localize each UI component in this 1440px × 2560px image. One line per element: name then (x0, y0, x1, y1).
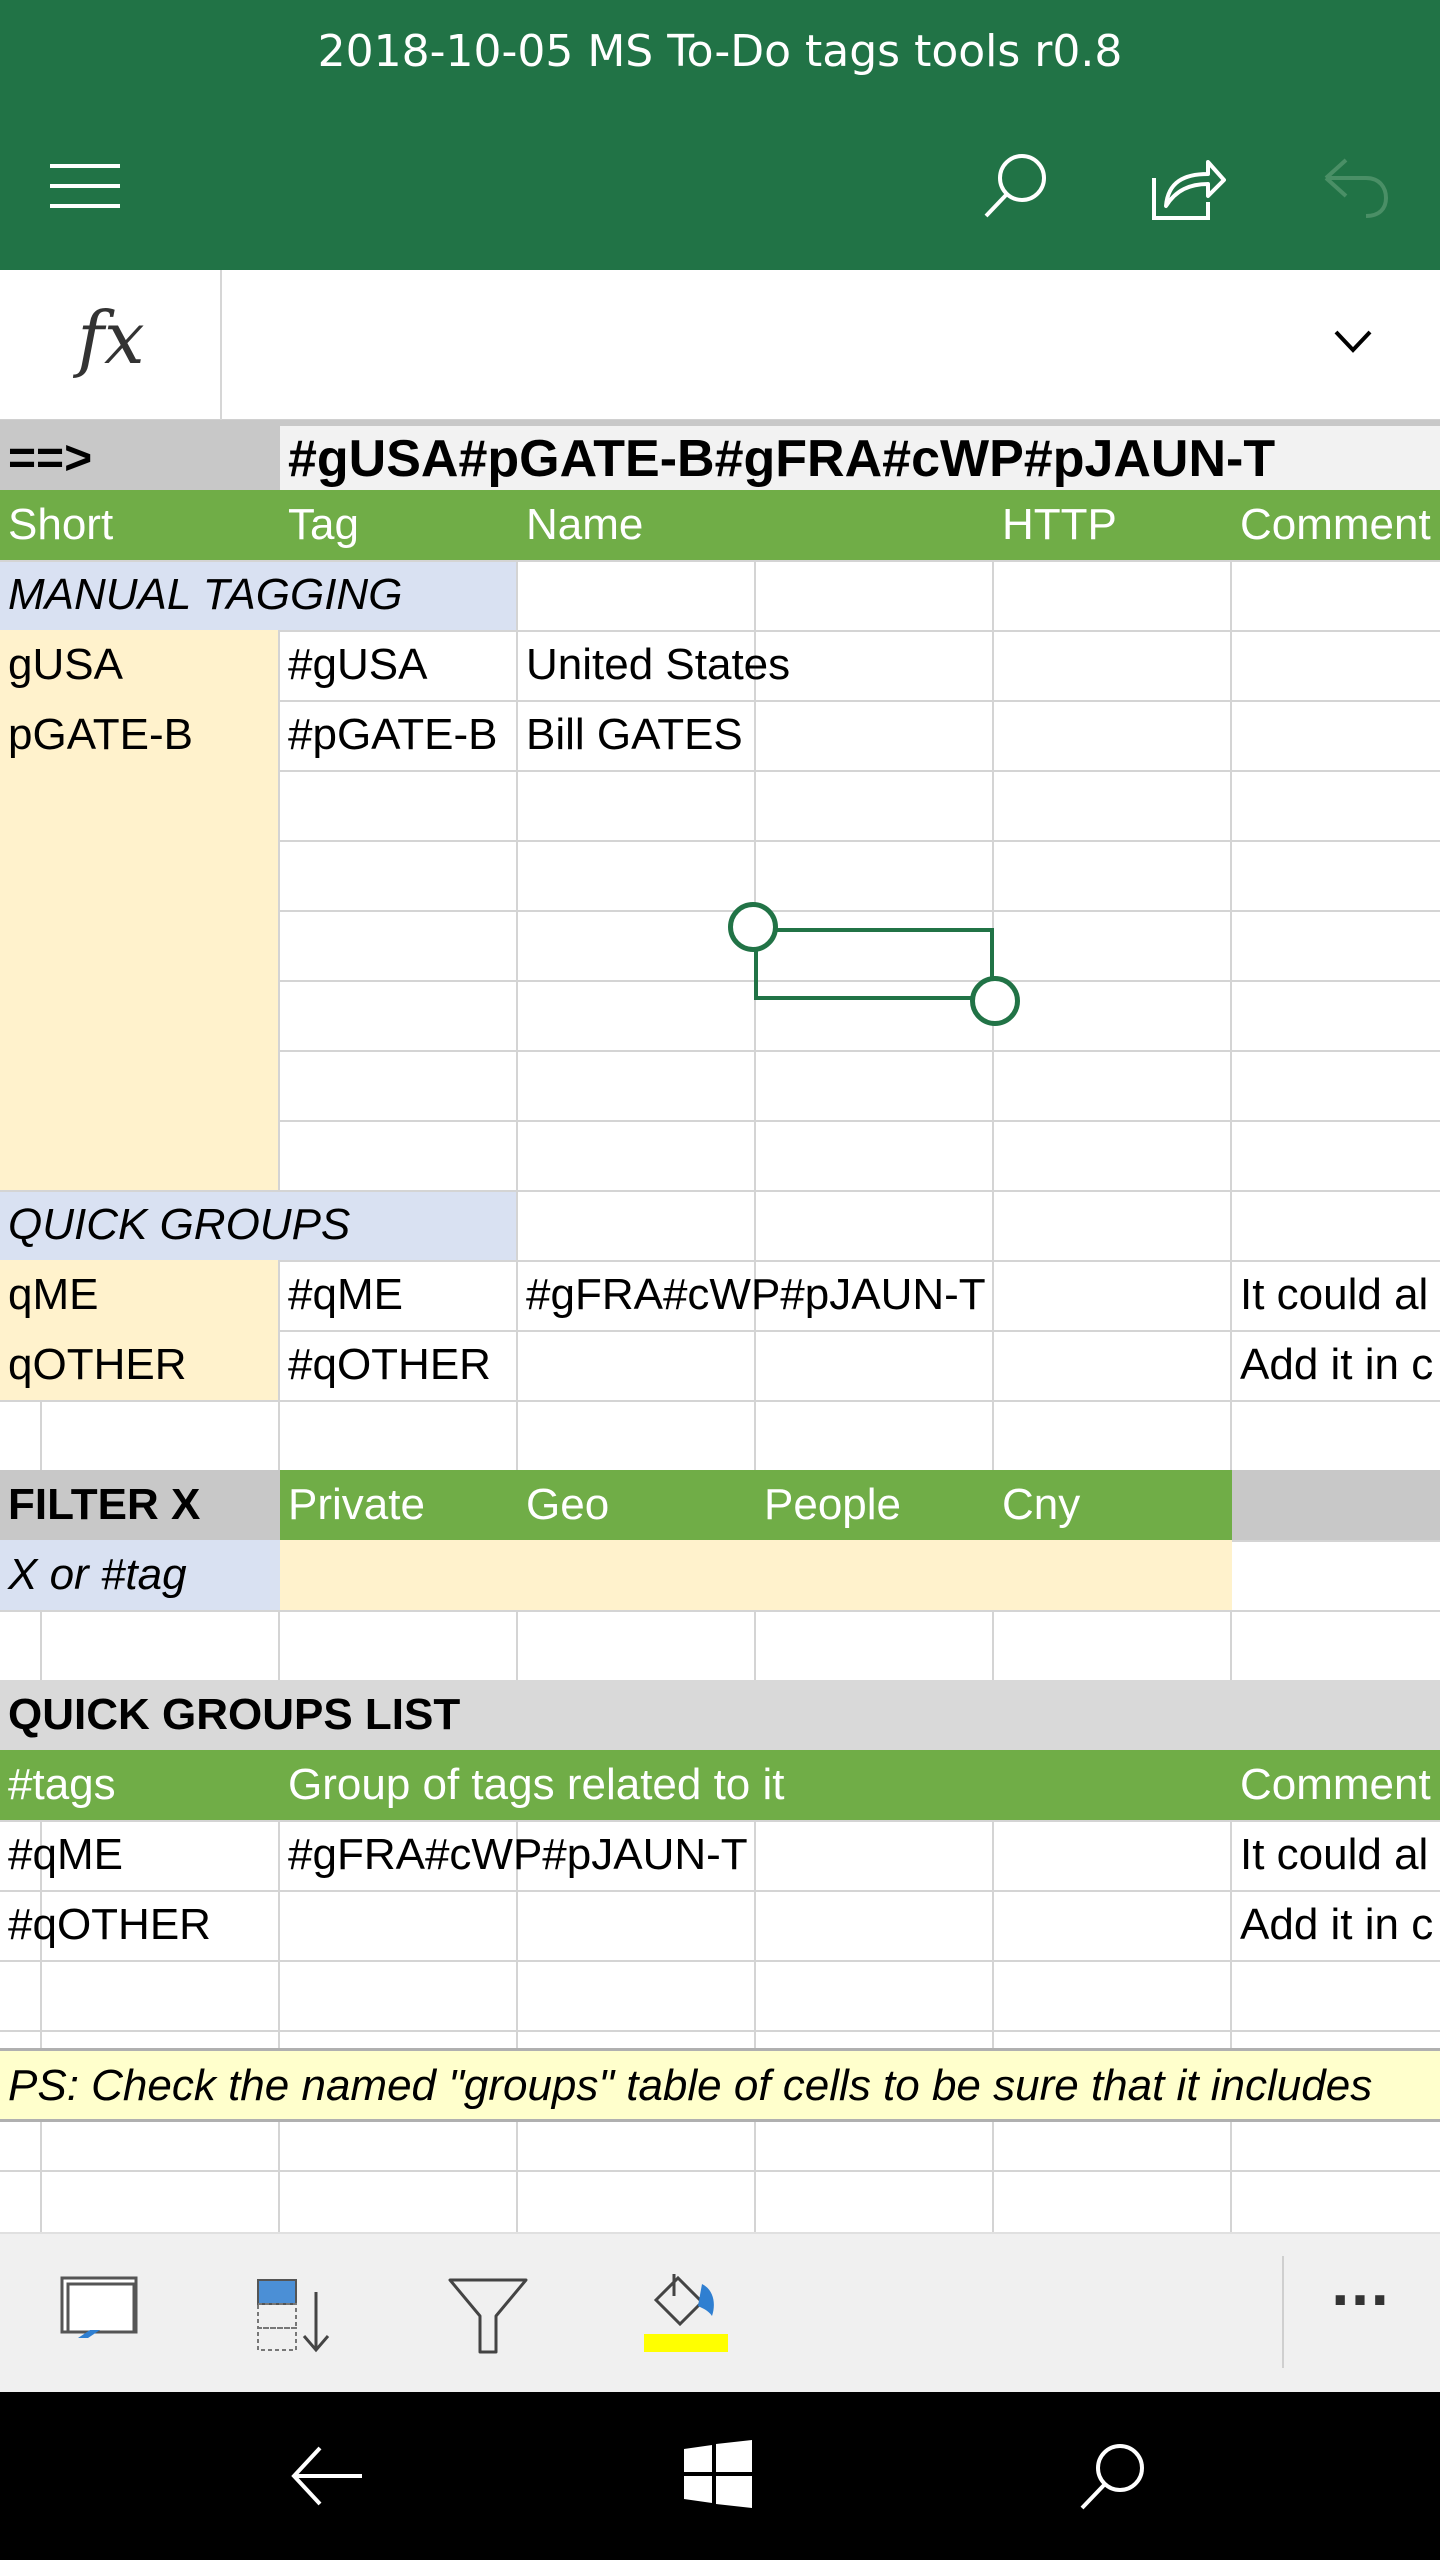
arrow-label[interactable]: ==> (0, 424, 92, 494)
sort-icon[interactable] (256, 2278, 336, 2354)
manual-row-name[interactable]: Bill GATES (518, 700, 743, 770)
formula-input[interactable] (224, 270, 1334, 420)
cell-selection[interactable] (754, 928, 994, 1000)
header-name[interactable]: Name (518, 490, 643, 560)
header-short[interactable]: Short (0, 490, 113, 560)
quick-row-comment[interactable]: It could al (1232, 1260, 1428, 1330)
header-tag[interactable]: Tag (280, 490, 359, 560)
filter-column-private[interactable]: Private (280, 1470, 425, 1540)
hamburger-icon[interactable] (50, 164, 120, 208)
list-row-tags[interactable]: #qOTHER (0, 1890, 211, 1960)
list-row-group[interactable]: #gFRA#cWP#pJAUN-T (280, 1820, 748, 1890)
insert-function-button[interactable]: fx (0, 270, 222, 420)
fill-color-icon[interactable] (644, 2270, 730, 2354)
selection-handle-bottom-right[interactable] (970, 976, 1020, 1026)
undo-icon[interactable] (1320, 156, 1390, 218)
ps-note[interactable]: PS: Check the named "groups" table of ce… (0, 2050, 1372, 2122)
filter-column-people[interactable]: People (756, 1470, 901, 1540)
filter-input-area[interactable] (280, 1540, 1232, 1610)
quick-row-tag[interactable]: #qOTHER (280, 1330, 491, 1400)
quick-row-short[interactable]: qOTHER (0, 1330, 186, 1400)
spreadsheet-grid[interactable]: ==> #gUSA#pGATE-B#gFRA#cWP#pJAUN-T Short… (0, 420, 1440, 2232)
list-header-group[interactable]: Group of tags related to it (280, 1750, 785, 1820)
quick-row-short[interactable]: qME (0, 1260, 98, 1330)
quick-groups-list-title[interactable]: QUICK GROUPS LIST (0, 1680, 460, 1750)
freeze-panes-icon[interactable] (60, 2276, 140, 2348)
window-title: 2018-10-05 MS To-Do tags tools r0.8 (0, 0, 1440, 104)
back-arrow-icon[interactable] (290, 2444, 364, 2508)
share-icon[interactable] (1150, 152, 1226, 222)
header-http[interactable]: HTTP (994, 490, 1117, 560)
list-row-comment[interactable]: It could al (1232, 1820, 1428, 1890)
quick-groups-label[interactable]: QUICK GROUPS (0, 1190, 350, 1260)
list-header-tags[interactable]: #tags (0, 1750, 116, 1820)
manual-row-short[interactable]: gUSA (0, 630, 123, 700)
windows-logo-icon[interactable] (684, 2440, 752, 2508)
header-comment[interactable]: Comment (1232, 490, 1431, 560)
selection-handle-top-left[interactable] (728, 902, 778, 952)
filter-column-cny[interactable]: Cny (994, 1470, 1080, 1540)
filter-input-label[interactable]: X or #tag (0, 1540, 187, 1610)
manual-tagging-label[interactable]: MANUAL TAGGING (0, 560, 402, 630)
filter-icon[interactable] (448, 2278, 528, 2354)
quick-row-name[interactable]: #gFRA#cWP#pJAUN-T (518, 1260, 986, 1330)
manual-row-tag[interactable]: #gUSA (280, 630, 427, 700)
search-icon[interactable] (1076, 2440, 1148, 2512)
search-icon[interactable] (980, 150, 1052, 222)
header-row-bg (0, 490, 1440, 560)
manual-row-short[interactable]: pGATE-B (0, 700, 193, 770)
more-icon[interactable]: ... (1320, 2262, 1400, 2338)
toolbar-divider (1282, 2256, 1284, 2368)
quick-row-tag[interactable]: #qME (280, 1260, 403, 1330)
fx-label: fx (77, 296, 145, 380)
list-row-tags[interactable]: #qME (0, 1820, 123, 1890)
manual-row-name[interactable]: United States (518, 630, 790, 700)
chevron-down-icon[interactable] (1334, 330, 1372, 354)
quick-row-comment[interactable]: Add it in c (1232, 1330, 1433, 1400)
result-cell[interactable]: #gUSA#pGATE-B#gFRA#cWP#pJAUN-T (280, 424, 1275, 494)
manual-row-tag[interactable]: #pGATE-B (280, 700, 497, 770)
filter-column-geo[interactable]: Geo (518, 1470, 609, 1540)
filter-end-bg (1232, 1470, 1440, 1540)
list-header-comment[interactable]: Comment (1232, 1750, 1431, 1820)
fill-color-swatch (644, 2334, 728, 2352)
list-row-comment[interactable]: Add it in c (1232, 1890, 1433, 1960)
filter-label[interactable]: FILTER X (0, 1470, 200, 1540)
